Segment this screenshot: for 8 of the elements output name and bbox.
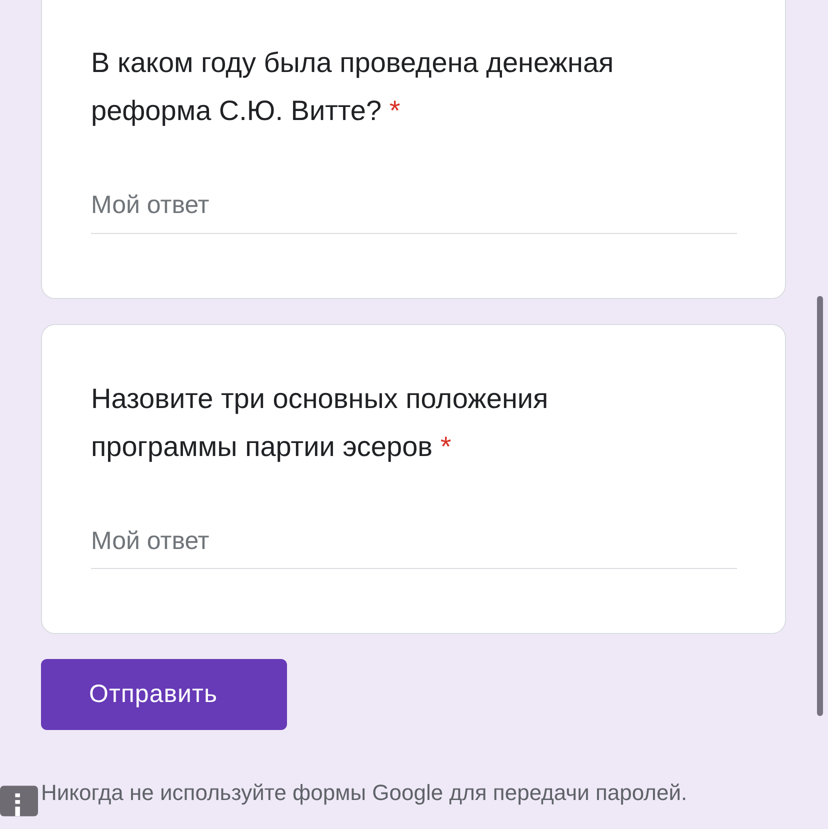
question-text: Назовите три основных положения программы партии эсеров * [91, 382, 550, 464]
answer-field[interactable]: Мой ответ [91, 187, 737, 234]
question-text: В каком году была проведена денежная реформа С.Ю. Витте? * [91, 46, 615, 128]
footer-note: Никогда не используйте формы Google для передачи паролей. [41, 779, 688, 807]
menu-icon[interactable] [0, 785, 38, 817]
scrollbar[interactable] [817, 296, 823, 716]
answer-field[interactable]: Мой ответ [91, 522, 737, 569]
submit-button[interactable]: Отправить [41, 659, 287, 730]
